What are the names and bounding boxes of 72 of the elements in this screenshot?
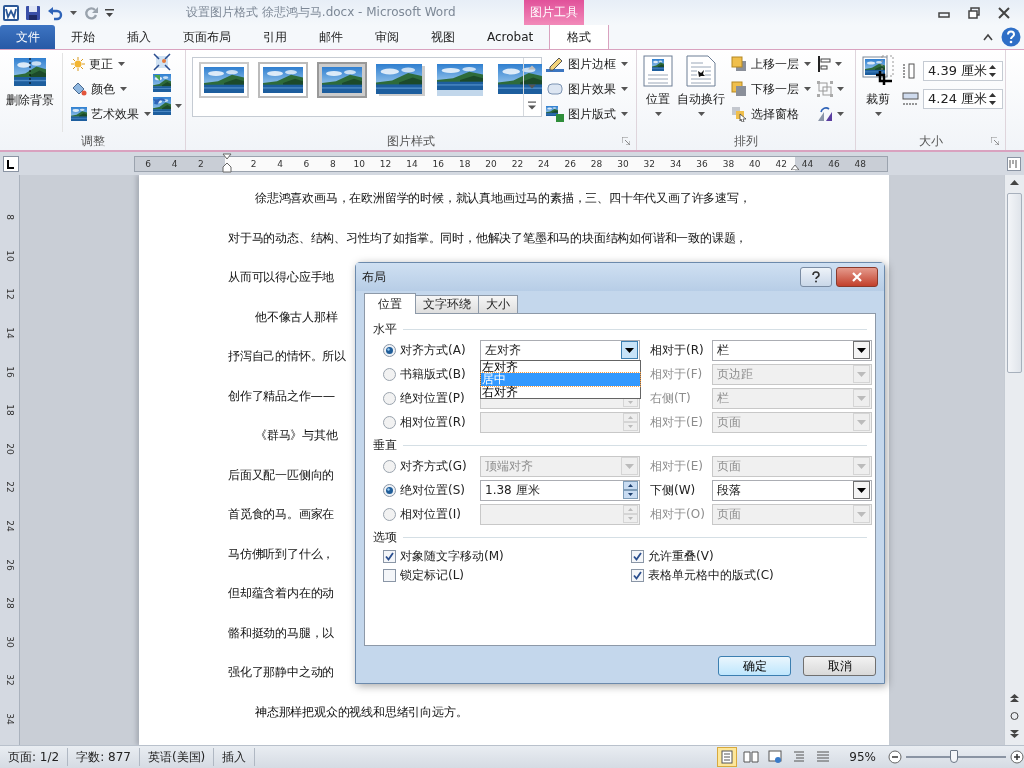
relation-label: 相对于(F) — [649, 365, 704, 383]
body-text-line: 抒泻自己的情怀。所以 — [228, 347, 346, 365]
body-text-line: 徐悲鸿喜欢画马，在欧洲留学的时候，就认真地画过马的素描，三、四十年代又画了许多速写， — [254, 189, 751, 207]
ruler-number: 22 — [510, 157, 525, 171]
ruler-number: 12 — [378, 157, 393, 171]
dialog-title: 布局 — [362, 268, 387, 286]
window-title: 设置图片格式 徐悲鸿与马.docx - Microsoft Word — [185, 4, 457, 21]
ruler-number: 40 — [748, 157, 762, 171]
ruler-number: 8 — [328, 157, 337, 171]
relation-label: 相对于(R) — [649, 341, 705, 359]
ruler-number: 26 — [563, 157, 577, 171]
section-title: 垂直 — [373, 436, 397, 454]
ruler-number: 2 — [249, 157, 258, 171]
ruler-number: 16 — [431, 157, 446, 171]
ruler-number: 2 — [197, 157, 205, 171]
group-label: 图片样式 — [387, 132, 435, 150]
relation-label: 相对于(E) — [649, 457, 704, 475]
section-title: 选项 — [373, 528, 397, 546]
ruler-number: 28 — [4, 597, 15, 609]
ruler-number: 6 — [144, 157, 153, 171]
ruler-number: 20 — [4, 443, 15, 455]
group-label: 大小 — [918, 132, 943, 150]
ruler-number: 8 — [4, 214, 15, 221]
section-title: 水平 — [373, 320, 397, 338]
ruler-number: 24 — [537, 157, 551, 171]
ruler-number: 14 — [405, 157, 419, 171]
ruler-number: 36 — [695, 157, 709, 171]
body-text-line: 他不像古人那样 — [254, 307, 338, 326]
ruler-number: 34 — [668, 157, 683, 171]
relation-label: 右侧(T) — [649, 389, 692, 407]
body-text-line: 首觅食的马。画家在 — [228, 505, 335, 523]
ruler-number: 34 — [4, 713, 15, 725]
body-text-line: 强化了那静中之动的 — [228, 663, 335, 681]
body-text-line: 对于马的动态、结构、习性均了如指掌。同时，他解决了笔墨和马的块面结构如何谐和一致的课题， — [228, 228, 748, 247]
ruler-number: 20 — [484, 157, 498, 171]
ruler-number: 32 — [4, 674, 15, 687]
body-text-line: 创作了精品之作—— — [228, 386, 335, 405]
body-text-line: 马仿佛听到了什么， — [228, 544, 335, 563]
ruler-number: 6 — [302, 157, 311, 171]
relation-label: 相对于(E) — [649, 413, 704, 431]
ruler-number: 4 — [170, 157, 179, 171]
ruler-number: 10 — [352, 157, 366, 171]
ruler-number: 30 — [4, 636, 15, 648]
ruler-number: 28 — [589, 157, 604, 171]
ruler-number: 4 — [276, 157, 284, 171]
body-text-line: 但却蕴含着内在的动 — [228, 584, 335, 602]
ruler-number: 18 — [457, 157, 472, 171]
context-tab-group-label: 图片工具 — [524, 0, 584, 25]
body-text-line: 骼和挺劲的马腿，以 — [228, 623, 335, 642]
relation-label: 下侧(W) — [649, 481, 697, 499]
ruler-number: 32 — [642, 157, 657, 171]
ruler-number: 18 — [4, 404, 15, 416]
ruler-number: 22 — [4, 481, 15, 494]
ruler-number: 14 — [4, 327, 15, 339]
body-text-line: 《群马》与其他 — [254, 426, 338, 444]
ruler-number: 12 — [4, 288, 15, 301]
ruler-number: 10 — [4, 250, 15, 262]
ruler-number: 46 — [827, 157, 841, 171]
body-text-line: 后面又配一匹侧向的 — [228, 465, 335, 484]
ruler-number: 16 — [4, 365, 15, 378]
body-text-line: 从而可以得心应手地 — [228, 268, 335, 286]
ruler-number: 38 — [721, 157, 736, 171]
ruler-number: 42 — [774, 157, 788, 171]
ruler-number: 44 — [800, 157, 815, 171]
group-label: 调整 — [80, 132, 105, 150]
ruler-number: 48 — [853, 157, 868, 171]
relation-label: 相对于(O) — [649, 505, 706, 523]
ruler-number: 30 — [616, 157, 630, 171]
ruler-number: 26 — [4, 558, 15, 571]
body-text-line: 神态那样把观众的视线和思绪引向远方。 — [254, 702, 468, 721]
ruler-number: 24 — [4, 520, 15, 532]
group-label: 排列 — [734, 132, 758, 150]
